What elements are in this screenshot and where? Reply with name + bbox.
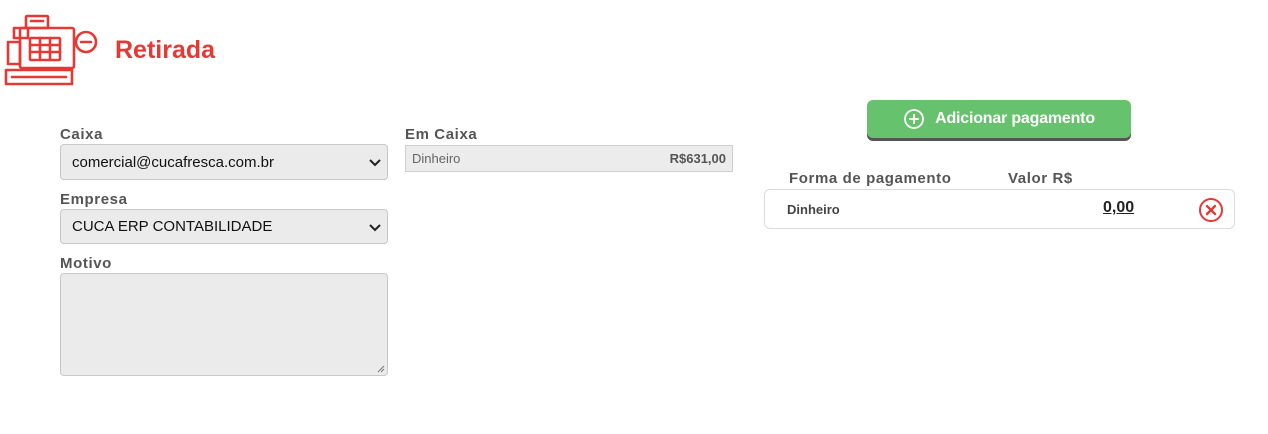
plus-circle-icon (904, 109, 925, 129)
em-caixa-label: Em Caixa (405, 126, 478, 143)
payment-value-input[interactable]: 0,00 (1103, 199, 1134, 217)
empresa-select[interactable]: CUCA ERP CONTABILIDADE (60, 209, 388, 244)
add-payment-button[interactable]: Adicionar pagamento (867, 100, 1131, 138)
payment-row: Dinheiro 0,00 (764, 189, 1235, 229)
motivo-textarea[interactable] (60, 273, 388, 376)
add-payment-label: Adicionar pagamento (935, 110, 1095, 127)
em-caixa-amount: R$631,00 (669, 151, 726, 166)
remove-payment-icon[interactable] (1198, 197, 1224, 223)
payment-method: Dinheiro (787, 202, 840, 217)
resize-handle-icon[interactable] (377, 365, 385, 373)
motivo-label: Motivo (60, 255, 112, 272)
caixa-select-value: comercial@cucafresca.com.br (72, 153, 274, 171)
page-title: Retirada (115, 36, 216, 64)
caixa-select[interactable]: comercial@cucafresca.com.br (60, 144, 388, 180)
chevron-down-icon (369, 223, 381, 231)
em-caixa-field: Dinheiro R$631,00 (405, 145, 733, 172)
caixa-label: Caixa (60, 126, 104, 143)
em-caixa-method: Dinheiro (412, 151, 461, 166)
column-header-method: Forma de pagamento (789, 170, 952, 187)
empresa-select-value: CUCA ERP CONTABILIDADE (72, 218, 273, 235)
column-header-value: Valor R$ (1008, 170, 1073, 187)
chevron-down-icon (369, 159, 381, 167)
cash-register-minus-icon (4, 14, 98, 88)
empresa-label: Empresa (60, 191, 128, 208)
